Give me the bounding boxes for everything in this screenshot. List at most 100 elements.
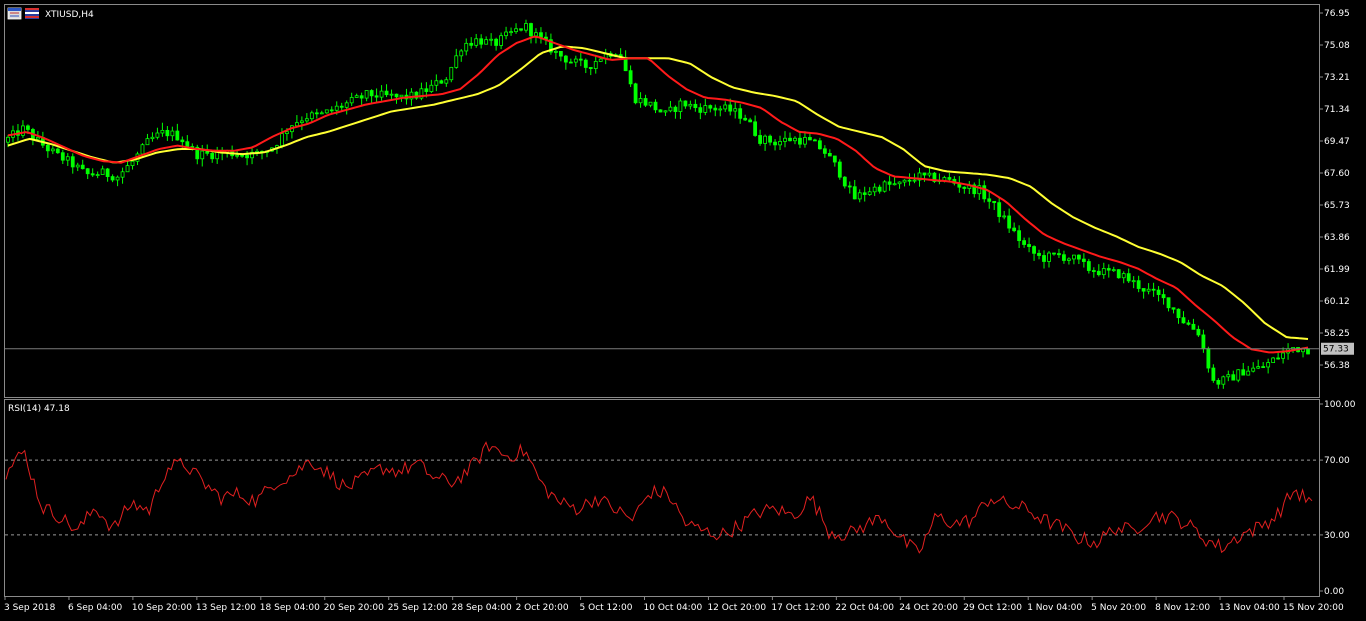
candle-body [484, 39, 489, 45]
candle-body [1047, 252, 1051, 262]
candle-body [185, 141, 190, 147]
candle-body [1246, 370, 1251, 376]
candle-body [1161, 294, 1166, 299]
moving-average-lines [7, 35, 1309, 354]
candle-body [65, 156, 70, 161]
candle-body [643, 98, 648, 106]
candle-body [285, 131, 289, 134]
candle-body [539, 32, 543, 38]
candle-body [663, 110, 668, 113]
candle-body [563, 55, 568, 63]
candle-body [26, 125, 30, 130]
candle-body [369, 90, 374, 97]
candle-body [245, 154, 249, 159]
candle-body [180, 139, 185, 143]
rsi-tick-label: 70.00 [1324, 456, 1350, 466]
candle-body [1281, 352, 1285, 359]
candle-body [6, 136, 10, 143]
candle-body [803, 137, 807, 145]
time-tick-label: 15 Nov 20:00 [1283, 603, 1344, 613]
candle-body [573, 58, 578, 63]
candle-body [673, 106, 678, 112]
price-tick-label: 63.86 [1324, 233, 1350, 243]
candle-body [962, 186, 967, 189]
candle-body [678, 100, 683, 112]
candle-body [1096, 270, 1101, 276]
candle-body [294, 122, 299, 127]
candle-body [1171, 307, 1176, 310]
candle-body [1027, 244, 1031, 247]
candle-body [130, 160, 135, 167]
candle-body [1072, 254, 1076, 260]
rsi-line [5, 441, 1313, 554]
chart-canvas[interactable]: 76.95 75.08 73.21 71.34 69.47 67.60 65.73 63.86… [0, 0, 1366, 617]
price-axis: 76.95 75.08 73.21 71.34 69.47 67.60 65.73 63.86… [5, 9, 1354, 371]
candle-body [867, 191, 872, 195]
candle-body [862, 192, 867, 195]
candle-body [847, 185, 852, 188]
candle-body [837, 161, 842, 178]
candle-body [145, 138, 150, 146]
candle-body [509, 31, 513, 34]
price-tick-label: 61.99 [1324, 265, 1350, 275]
candle-body [743, 117, 748, 121]
candle-body [125, 165, 130, 173]
candle-body [1146, 288, 1151, 292]
time-tick-label: 29 Oct 12:00 [963, 603, 1022, 613]
candle-body [200, 150, 205, 160]
time-tick-label: 25 Sep 12:00 [388, 603, 448, 613]
candle-body [1017, 230, 1022, 242]
time-tick-label: 5 Nov 20:00 [1091, 603, 1146, 613]
candle-body [1181, 317, 1186, 324]
candle-body [683, 100, 688, 107]
candle-body [449, 66, 454, 81]
candle-body [1206, 348, 1211, 369]
candle-body [748, 119, 753, 123]
candle-body [1002, 215, 1007, 218]
candle-body [1256, 366, 1261, 369]
ma-slow-line [7, 45, 1309, 340]
candle-body [110, 176, 115, 181]
candle-body [155, 132, 160, 138]
candle-body [394, 93, 399, 98]
time-tick-label: 5 Oct 12:00 [580, 603, 633, 613]
candle-body [105, 168, 110, 177]
candle-body [175, 130, 180, 141]
candle-body [1271, 357, 1276, 363]
candle-body [374, 95, 379, 98]
candle-body [832, 155, 837, 163]
candle-body [798, 137, 802, 145]
candle-body [763, 135, 767, 144]
time-tick-label: 6 Sep 04:00 [68, 603, 123, 613]
candle-body [1106, 268, 1111, 271]
candle-body [942, 177, 947, 181]
candle-body [947, 177, 952, 180]
candle-body [215, 151, 220, 160]
candle-body [314, 112, 319, 115]
candle-body [633, 83, 638, 104]
candle-body [479, 38, 484, 45]
candle-body [708, 105, 713, 109]
candle-body [738, 108, 743, 119]
candle-body [299, 120, 304, 124]
candle-body [987, 198, 992, 202]
candle-body [140, 144, 145, 155]
candle-body [1141, 288, 1146, 292]
candle-body [553, 50, 558, 53]
candle-body [319, 112, 324, 115]
candle-body [773, 141, 777, 146]
candle-body [1156, 289, 1161, 295]
chart-window[interactable]: 76.95 75.08 73.21 71.34 69.47 67.60 65.73 63.86… [0, 0, 1366, 617]
candle-body [459, 50, 464, 57]
candle-body [638, 98, 643, 104]
candle-body [399, 94, 404, 98]
chart-window-icon[interactable] [7, 7, 22, 20]
candle-body [1136, 280, 1141, 289]
candle-body [1032, 246, 1036, 254]
rsi-indicator [5, 441, 1319, 554]
candle-body [703, 105, 708, 113]
candle-body [334, 105, 339, 111]
candle-body [45, 144, 50, 152]
candle-body [1022, 240, 1026, 245]
time-tick-label: 13 Sep 12:00 [196, 603, 256, 613]
